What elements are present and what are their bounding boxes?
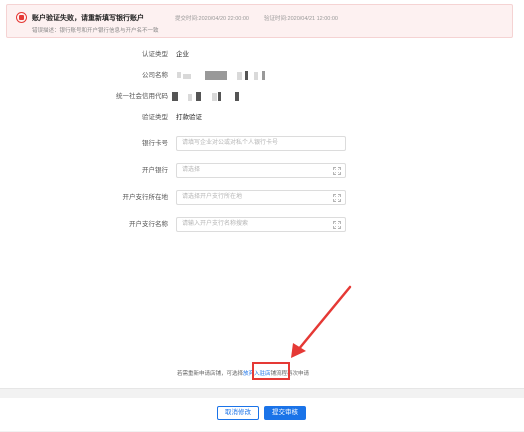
highlight-box	[252, 362, 290, 380]
submit-button[interactable]: 提交审核	[264, 406, 306, 420]
cancel-button[interactable]: 取消修改	[217, 406, 259, 420]
hint-prefix: 若需重新申请店铺，可选择	[177, 371, 244, 377]
footer-bar	[0, 398, 524, 431]
